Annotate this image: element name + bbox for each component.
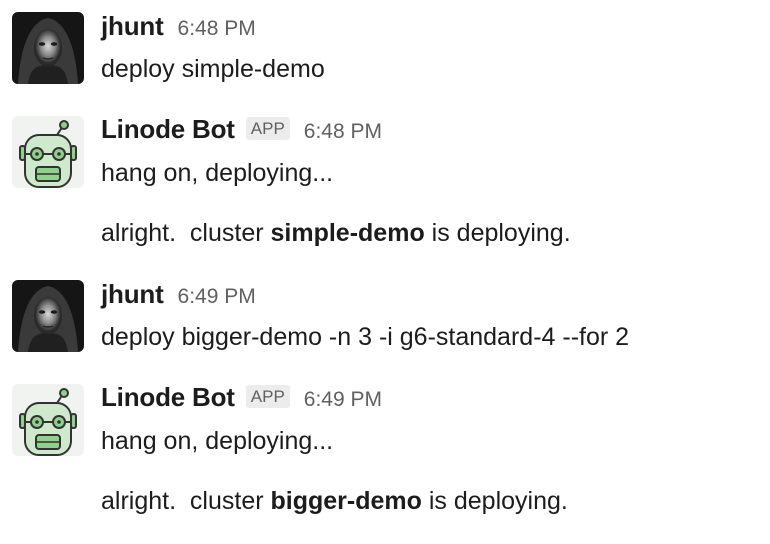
username[interactable]: jhunt (101, 11, 164, 42)
timestamp[interactable]: 6:49 PM (178, 285, 256, 309)
message-text-part: alright. cluster (101, 219, 271, 247)
user-avatar-icon[interactable] (12, 280, 84, 352)
message-text: hang on, deploying... (101, 159, 334, 187)
app-badge: APP (245, 117, 290, 140)
app-badge: APP (245, 385, 290, 408)
user-avatar-icon[interactable] (12, 12, 84, 84)
message-text-part: alright. cluster (101, 487, 271, 515)
username[interactable]: jhunt (101, 279, 164, 310)
timestamp[interactable]: 6:49 PM (304, 388, 382, 412)
username[interactable]: Linode Bot (101, 114, 235, 145)
timestamp[interactable]: 6:48 PM (178, 17, 256, 41)
message-text-part: is deploying. (421, 487, 568, 515)
message-text: alright. cluster bigger-demo is deployin… (101, 487, 568, 516)
message-text: deploy simple-demo (101, 55, 325, 83)
message-text: hang on, deploying... (101, 427, 334, 455)
message-text: alright. cluster simple-demo is deployin… (101, 219, 571, 248)
message-text: deploy bigger-demo -n 3 -i g6-standard-4… (101, 323, 630, 351)
bot-avatar-icon[interactable] (12, 116, 84, 188)
message-header: jhunt 6:48 PM (101, 11, 256, 42)
bot-avatar-icon[interactable] (12, 384, 84, 456)
message-header: Linode Bot APP 6:48 PM (101, 114, 382, 145)
message-header: jhunt 6:49 PM (101, 279, 256, 310)
message-text-part: is deploying. (424, 219, 571, 247)
message-feed: jhunt 6:48 PM deploy simple-demo Linode … (0, 0, 770, 544)
message-header: Linode Bot APP 6:49 PM (101, 382, 382, 413)
timestamp[interactable]: 6:48 PM (304, 120, 382, 144)
cluster-name: simple-demo (270, 219, 425, 247)
cluster-name: bigger-demo (270, 487, 422, 515)
username[interactable]: Linode Bot (101, 382, 235, 413)
